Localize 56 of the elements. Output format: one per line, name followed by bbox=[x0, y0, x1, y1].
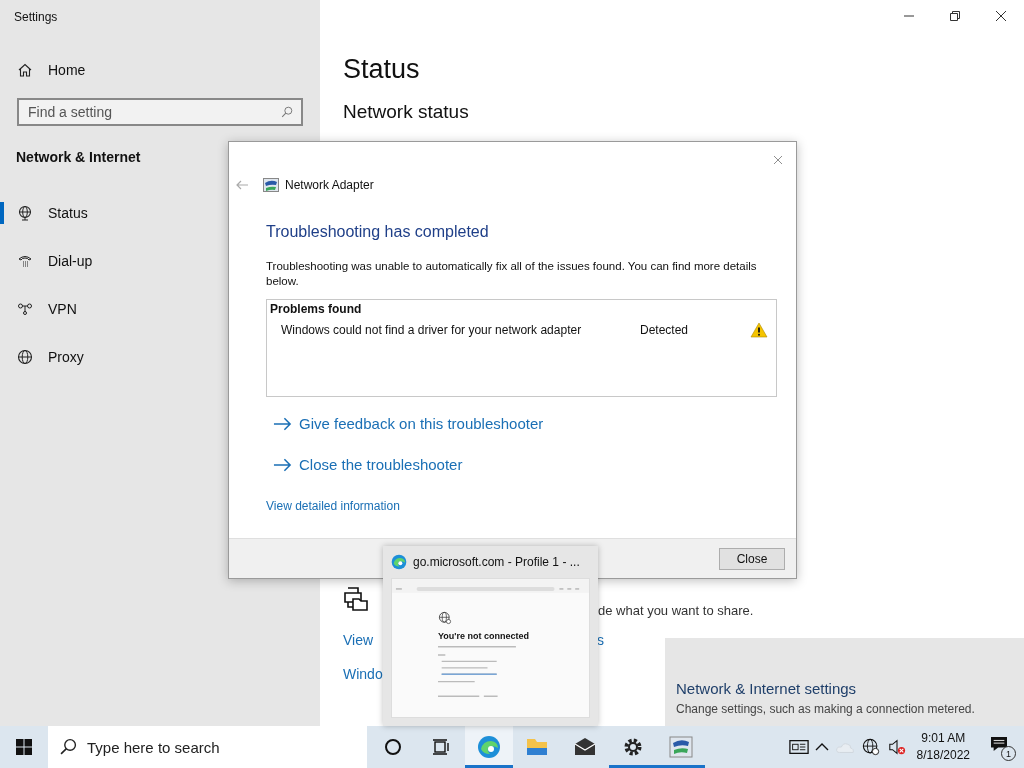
task-view-icon bbox=[432, 738, 450, 756]
phone-icon bbox=[17, 253, 33, 269]
settings-link[interactable]: View bbox=[343, 632, 374, 648]
clock-time: 9:01 AM bbox=[921, 730, 966, 747]
printer-folder-icon bbox=[343, 586, 369, 612]
problem-status: Detected bbox=[640, 323, 690, 337]
circle-icon bbox=[384, 738, 402, 756]
page-title: Status bbox=[343, 54, 421, 85]
globe-icon bbox=[438, 611, 452, 625]
dialog-title: Network Adapter bbox=[285, 178, 374, 192]
warning-icon bbox=[750, 322, 768, 338]
taskbar-search-field[interactable]: Type here to search bbox=[48, 726, 367, 768]
problems-header: Problems found bbox=[270, 302, 363, 316]
setting-description: de what you want to share. bbox=[598, 603, 755, 618]
related-link[interactable]: Network & Internet settings bbox=[676, 680, 1024, 697]
section-heading: Network & Internet bbox=[16, 149, 142, 165]
settings-link[interactable]: Windo bbox=[343, 666, 383, 682]
settings-link[interactable]: s bbox=[597, 632, 604, 648]
restore-icon bbox=[950, 11, 960, 21]
window-preview[interactable]: go.microsoft.com - Profile 1 - ... You're not connected bbox=[383, 546, 598, 726]
window-title: Settings bbox=[13, 9, 59, 24]
globe-icon bbox=[17, 349, 33, 365]
search-icon bbox=[280, 105, 294, 119]
preview-title: go.microsoft.com - Profile 1 - ... bbox=[413, 555, 580, 569]
action-link[interactable]: Close the troubleshooter bbox=[273, 456, 777, 473]
network-adapter-icon bbox=[669, 735, 693, 759]
clock-date: 8/18/2022 bbox=[916, 747, 970, 764]
browser-icon bbox=[477, 735, 501, 759]
globe-icon bbox=[17, 205, 33, 221]
notification-icon[interactable] bbox=[990, 736, 1008, 752]
clock[interactable]: 9:01 AM 8/18/2022 bbox=[916, 730, 970, 764]
network-adapter-icon bbox=[263, 178, 279, 192]
browser-icon bbox=[391, 554, 407, 570]
dialog-message: Troubleshooting was unable to automatically fix all of the issues found. You can find more details below. bbox=[266, 259, 758, 289]
vpn-icon bbox=[17, 301, 33, 317]
home-icon bbox=[17, 62, 33, 78]
preview-heading: You're not connected bbox=[438, 631, 530, 641]
chevron-up-icon[interactable] bbox=[814, 742, 829, 752]
search-field[interactable]: Find a setting bbox=[17, 98, 303, 126]
volume-muted-icon[interactable] bbox=[886, 738, 907, 756]
details-link[interactable]: View detailed information bbox=[266, 499, 400, 513]
close-icon bbox=[996, 11, 1006, 21]
close-icon bbox=[774, 154, 782, 166]
related-description: Change settings, such as making a connection metered. bbox=[676, 702, 976, 716]
news-icon[interactable] bbox=[788, 738, 809, 756]
search-icon bbox=[60, 738, 77, 755]
arrow-icon bbox=[273, 416, 292, 431]
action-link[interactable]: Give feedback on this troubleshooter bbox=[273, 415, 777, 432]
dialog-heading: Troubleshooting has completed bbox=[266, 223, 490, 241]
home-link[interactable]: Home bbox=[17, 62, 320, 78]
globe-icon[interactable] bbox=[860, 738, 881, 756]
close-button[interactable]: Close bbox=[719, 547, 785, 570]
section-title: Network status bbox=[343, 101, 470, 123]
notification-badge: 1 bbox=[1001, 746, 1016, 761]
windows-logo-icon bbox=[16, 739, 32, 755]
arrow-icon bbox=[273, 457, 292, 472]
